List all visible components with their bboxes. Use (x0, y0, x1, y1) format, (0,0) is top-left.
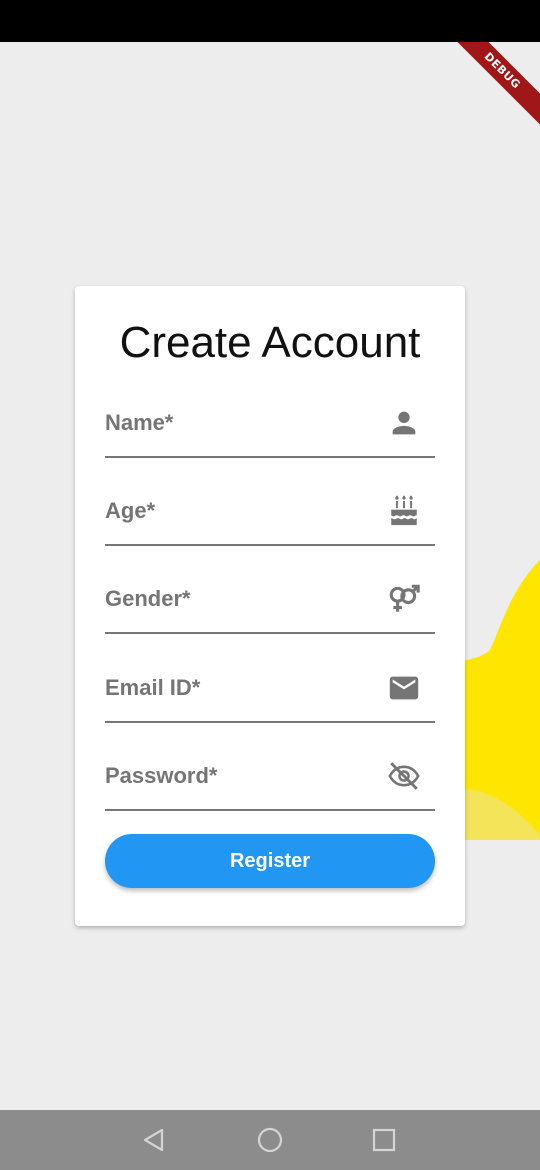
recents-icon[interactable] (368, 1124, 400, 1156)
email-label: Email ID* (105, 675, 201, 700)
email-field[interactable]: Email ID* (105, 661, 435, 723)
visibility-off-icon[interactable] (387, 759, 421, 793)
password-label: Password* (105, 763, 218, 788)
status-bar (0, 0, 540, 42)
gender-label: Gender* (105, 586, 191, 611)
home-icon[interactable] (254, 1124, 286, 1156)
navigation-bar (0, 1110, 540, 1170)
debug-banner: DEBUG (450, 42, 540, 132)
age-label: Age* (105, 498, 156, 523)
back-icon[interactable] (138, 1124, 170, 1156)
gender-field[interactable]: Gender* (105, 572, 435, 634)
password-field[interactable]: Password* (105, 749, 435, 811)
person-icon (387, 406, 421, 440)
register-button[interactable]: Register (105, 834, 435, 888)
name-label: Name* (105, 410, 174, 435)
name-field[interactable]: Name* (105, 396, 435, 458)
gender-icon (387, 582, 421, 616)
cake-icon (387, 494, 421, 528)
email-icon (387, 671, 421, 705)
page-title: Create Account (119, 318, 421, 367)
age-field[interactable]: Age* (105, 484, 435, 546)
debug-ribbon: DEBUG (450, 42, 540, 129)
